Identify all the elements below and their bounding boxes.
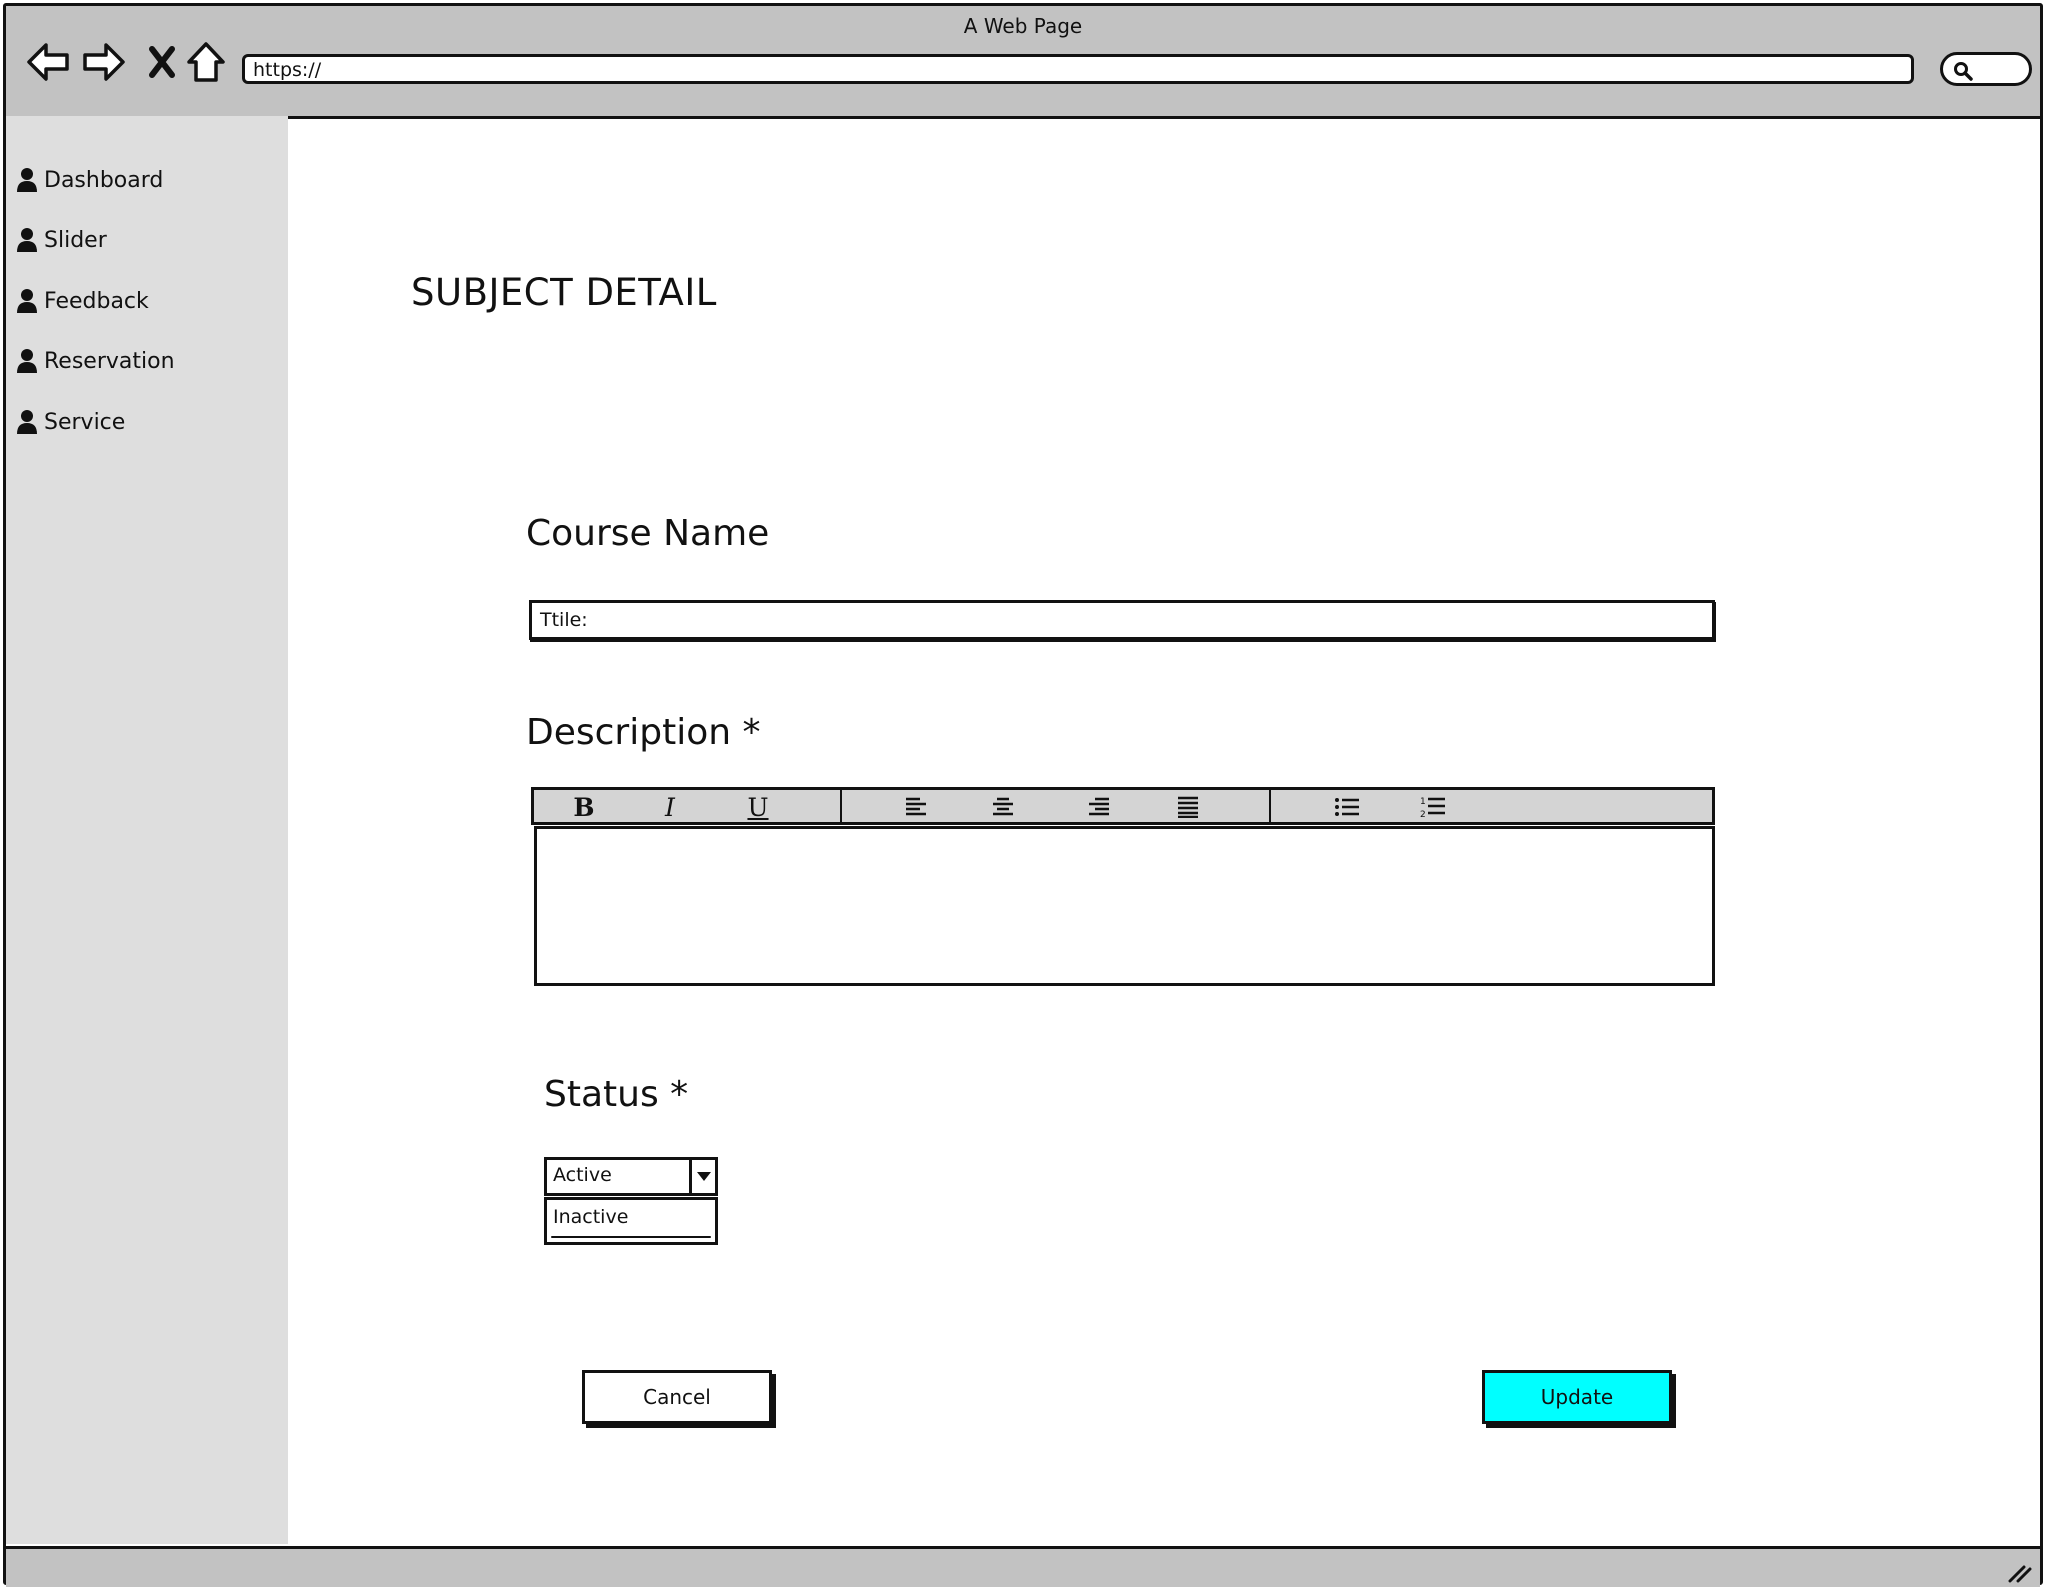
status-label: Status * [544,1074,689,1115]
bold-button[interactable]: B [567,793,601,822]
sidebar-item-service[interactable]: Service [16,405,125,439]
sidebar-item-slider[interactable]: Slider [16,223,107,257]
user-icon [17,228,37,252]
user-icon [17,168,37,192]
status-select[interactable]: Active [544,1157,718,1196]
option-highlight-line [551,1236,711,1238]
course-title-input[interactable]: Ttile: [529,600,1715,640]
course-name-label: Course Name [526,513,770,554]
sidebar-item-label: Dashboard [44,167,164,193]
browser-status-bar [6,1546,2040,1587]
update-button[interactable]: Update [1482,1370,1672,1424]
page-title: SUBJECT DETAIL [411,271,717,314]
back-arrow-icon[interactable] [26,40,70,84]
description-label: Description * [526,712,761,753]
course-title-value: Ttile: [540,609,588,631]
browser-titlebar: A Web Page https:// [6,6,2040,119]
user-icon [17,289,37,313]
sidebar-item-reservation[interactable]: Reservation [16,344,175,378]
user-icon [17,349,37,373]
align-right-icon[interactable] [1082,793,1116,821]
status-selected-value: Active [553,1164,612,1186]
numbered-list-icon[interactable]: 12 [1416,793,1450,821]
description-editor[interactable] [534,826,1715,986]
editor-toolbar: B I U 12 [531,787,1715,825]
url-text: https:// [253,59,322,81]
home-icon[interactable] [184,40,228,84]
sidebar-item-label: Feedback [44,288,149,314]
sidebar-item-label: Slider [44,227,107,253]
browser-search-button[interactable] [1940,52,2032,86]
sidebar-item-label: Reservation [44,348,175,374]
underline-button[interactable]: U [741,793,775,822]
sidebar: Dashboard Slider Feedback Reservation Se… [6,116,288,1544]
user-icon [17,410,37,434]
url-bar[interactable]: https:// [242,54,1914,84]
align-justify-icon[interactable] [1171,793,1205,821]
toolbar-divider [840,790,842,824]
sidebar-item-feedback[interactable]: Feedback [16,284,149,318]
toolbar-divider [1269,790,1271,824]
align-left-icon[interactable] [899,793,933,821]
status-dropdown-list: Inactive [544,1197,718,1245]
sidebar-item-label: Service [44,409,126,435]
close-icon[interactable] [140,40,184,84]
forward-arrow-icon[interactable] [82,40,126,84]
window-title: A Web Page [963,14,1083,38]
chevron-down-icon[interactable] [689,1160,715,1193]
sidebar-item-dashboard[interactable]: Dashboard [16,163,163,197]
resize-grip-icon[interactable] [2006,1561,2032,1583]
svg-text:2: 2 [1420,810,1426,819]
browser-window: A Web Page https:// Dashboard Slider Fee… [3,3,2043,1587]
bullet-list-icon[interactable] [1330,793,1364,821]
align-center-icon[interactable] [986,793,1020,821]
status-option-inactive[interactable]: Inactive [553,1206,628,1228]
svg-text:1: 1 [1420,797,1426,807]
search-icon [1954,62,1973,81]
italic-button[interactable]: I [653,793,687,822]
cancel-button[interactable]: Cancel [582,1370,772,1424]
